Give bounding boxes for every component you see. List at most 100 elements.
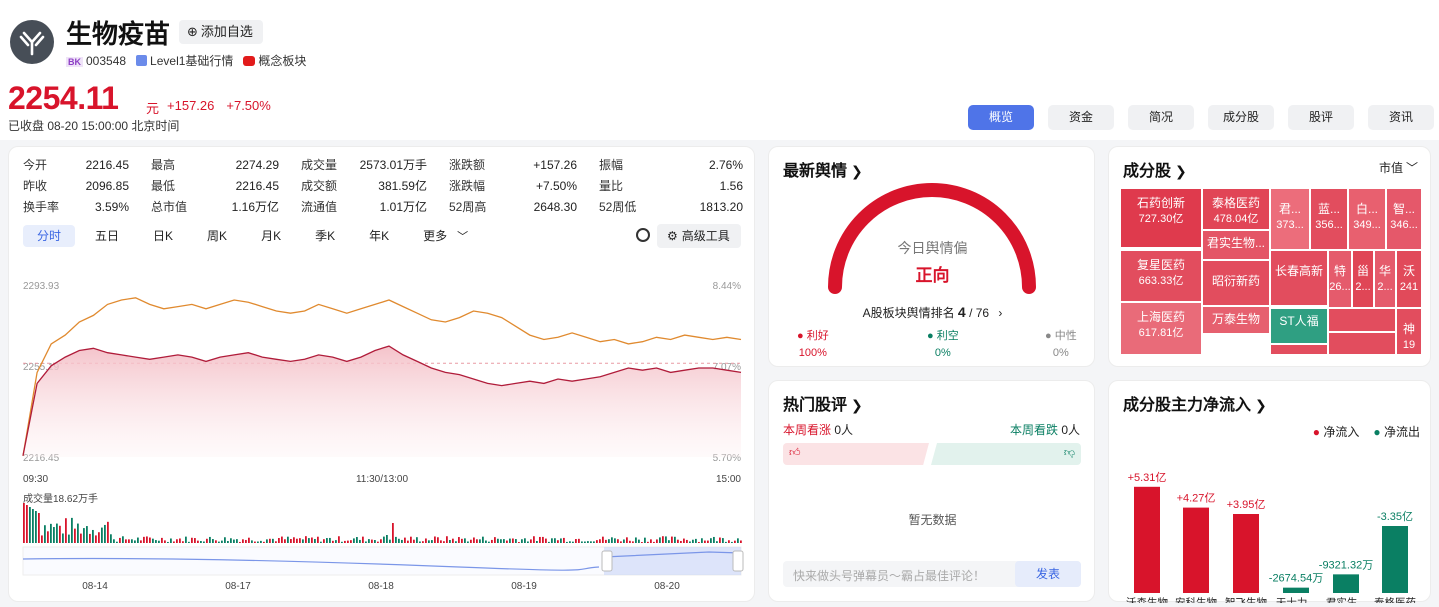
volume-bar (602, 536, 604, 543)
tile-name: 君实生物... (1206, 236, 1265, 250)
volume-bar (692, 539, 694, 543)
volume-bar (221, 540, 223, 543)
sort-dropdown[interactable]: 市值 ﹀ (1379, 159, 1418, 176)
tile-value: 2... (1355, 281, 1371, 293)
tab-4[interactable]: 股评 (1288, 105, 1354, 130)
navigator-selection[interactable] (604, 547, 741, 575)
volume-bar (206, 538, 208, 543)
legend-item: ● 利空 0% (927, 327, 959, 359)
constituent-tile[interactable]: 特 26... (1329, 251, 1351, 307)
capital-flow-card: 成分股主力净流入 ❯ ● 净流入 ● 净流出 +5.31亿 沃森生物 +4.27亿 安科… (1108, 380, 1431, 603)
constituent-tile[interactable]: 昭衍新药 (1203, 261, 1269, 305)
volume-bar (443, 541, 445, 543)
flow-value-label: +3.95亿 (1227, 498, 1266, 511)
legend-label: 中性 (1054, 330, 1077, 342)
flow-value-label: +4.27亿 (1177, 492, 1216, 505)
flow-bar (1382, 526, 1408, 593)
constituent-tile[interactable]: 石药创新 727.30亿 (1121, 189, 1201, 247)
constituent-tile[interactable] (1271, 345, 1327, 354)
constituent-tile[interactable]: 泰格医药 478.04亿 (1203, 189, 1269, 229)
volume-bar (608, 539, 610, 543)
flow-category-label: 天士力... (1276, 596, 1316, 603)
volume-bar (674, 536, 676, 543)
bull-vote-button[interactable]: 👍︎ (783, 443, 929, 465)
change-amount: +157.26 (167, 98, 215, 113)
constituent-tile[interactable]: 君实生物... (1203, 231, 1269, 259)
volume-bar (236, 539, 238, 543)
bear-vote-button[interactable]: 👎︎ (931, 443, 1081, 465)
volume-bar (146, 536, 148, 543)
tab-0[interactable]: 概览 (968, 105, 1034, 130)
volume-bar (569, 541, 571, 543)
volume-bar (155, 540, 157, 543)
reviews-title[interactable]: 热门股评 ❯ (783, 391, 863, 415)
constituents-title[interactable]: 成分股 ❯ (1123, 157, 1187, 181)
tile-name: 蓝... (1317, 202, 1340, 216)
volume-bar (428, 540, 430, 543)
flow-bar (1333, 574, 1359, 593)
constituent-tile[interactable] (1329, 333, 1395, 354)
volume-bar (656, 539, 658, 543)
tile-value: 26... (1329, 281, 1351, 293)
board-code: BK 003548 (66, 53, 127, 68)
constituent-tile[interactable] (1329, 309, 1395, 331)
constituent-tile[interactable]: 沃 241 (1397, 251, 1421, 307)
constituent-tile[interactable]: ST人福 (1271, 309, 1327, 343)
volume-bar (374, 540, 376, 543)
constituent-tile[interactable]: 甾 2... (1353, 251, 1373, 307)
volume-bar (623, 539, 625, 543)
volume-bar (386, 535, 388, 543)
legend-value: 0% (1052, 347, 1069, 359)
volume-bar (731, 541, 733, 543)
post-button[interactable]: 发表 (1015, 561, 1081, 587)
flow-category-label: 智飞生物 (1225, 596, 1267, 603)
volume-bar (272, 538, 274, 543)
tile-name: 泰格医药 (1211, 196, 1260, 210)
tab-3[interactable]: 成分股 (1208, 105, 1274, 130)
volume-bar (242, 539, 244, 543)
volume-bar (551, 538, 553, 543)
sentiment-rank[interactable]: A股板块舆情排名 4 / 76 › (769, 304, 1096, 321)
volume-bar (518, 541, 520, 543)
volume-bar (491, 539, 493, 543)
navigator-handle[interactable] (601, 550, 613, 572)
volume-bar (404, 537, 406, 543)
tile-name: 长春高新 (1274, 264, 1323, 278)
comment-input[interactable]: 快来做头号弹幕员～霸占最佳评论！ 发表 (783, 561, 1081, 587)
constituent-tile[interactable]: 复星医药 663.33亿 (1121, 251, 1201, 301)
volume-bar (671, 536, 673, 543)
x-label: 15:00 (716, 474, 741, 485)
constituent-tile[interactable]: 华 2... (1375, 251, 1395, 307)
volume-bar (53, 527, 55, 543)
volume-bar (641, 541, 643, 543)
tab-5[interactable]: 资讯 (1368, 105, 1434, 130)
volume-bar (350, 540, 352, 543)
constituent-tile[interactable]: 神 19 (1397, 309, 1421, 354)
tile-value: 617.81亿 (1138, 327, 1184, 339)
volume-bar (44, 525, 46, 543)
volume-bar (392, 523, 394, 543)
tile-name: 昭衍新药 (1211, 274, 1260, 288)
volume-bar (512, 538, 514, 543)
add-watchlist-button[interactable]: ⊕ 添加自选 (179, 20, 263, 44)
tab-2[interactable]: 简况 (1128, 105, 1194, 130)
navigator-handle[interactable] (732, 550, 744, 572)
tile-name: 甾 (1356, 264, 1369, 278)
constituent-tile[interactable]: 蓝... 356... (1311, 189, 1347, 249)
constituent-tile[interactable]: 长春高新 (1271, 251, 1327, 305)
constituent-tile[interactable]: 君... 373... (1271, 189, 1309, 249)
volume-bar (596, 540, 598, 543)
volume-bar (584, 541, 586, 543)
constituent-tile[interactable]: 上海医药 617.81亿 (1121, 303, 1201, 354)
volume-bar (482, 536, 484, 543)
chevron-down-icon: ﹀ (1405, 161, 1418, 175)
volume-bar (581, 541, 583, 543)
volume-bar (143, 536, 145, 543)
intraday-chart[interactable]: 2293.932255.192216.458.44%7.07%5.70%09:3… (9, 147, 756, 603)
constituent-tile[interactable]: 白... 349... (1349, 189, 1385, 249)
level-badge[interactable]: Level1基础行情 (136, 52, 233, 69)
constituent-tile[interactable]: 智... 346... (1387, 189, 1421, 249)
plus-circle-icon: ⊕ (187, 24, 198, 39)
tab-1[interactable]: 资金 (1048, 105, 1114, 130)
constituent-tile[interactable]: 万泰生物 (1203, 307, 1269, 333)
